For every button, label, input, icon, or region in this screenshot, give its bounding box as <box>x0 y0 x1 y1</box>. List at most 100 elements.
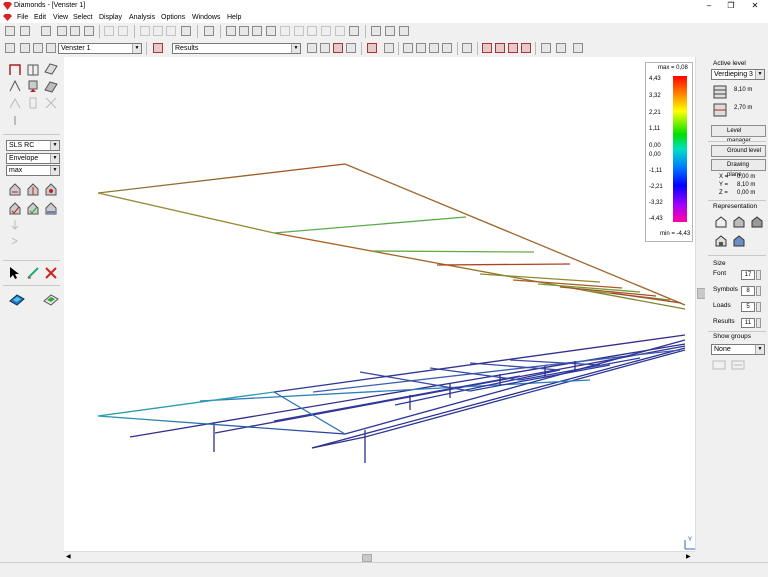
structure-icon[interactable] <box>204 26 214 36</box>
repr-shaded-icon[interactable] <box>750 215 764 229</box>
window-split-icon[interactable] <box>556 43 566 53</box>
zoom-extents-icon[interactable] <box>442 43 452 53</box>
view-windows-icon[interactable] <box>33 43 43 53</box>
level-manager-button[interactable]: Level manager <box>711 125 766 144</box>
menu-view[interactable]: View <box>51 12 70 23</box>
moment-icon[interactable] <box>320 43 330 53</box>
model-viewport[interactable] <box>64 57 705 551</box>
structure-wireframe[interactable] <box>64 57 705 551</box>
align-left-icon[interactable] <box>371 26 381 36</box>
pencil-icon[interactable] <box>462 43 472 53</box>
app-menu-icon[interactable] <box>3 14 12 21</box>
extreme-select[interactable]: max ▼ <box>6 165 60 176</box>
house-result-2-icon[interactable] <box>26 182 40 196</box>
size-symbols-stepper[interactable] <box>756 286 761 296</box>
measure-icon[interactable] <box>321 26 331 36</box>
group-edit-disabled-icon[interactable] <box>731 359 745 371</box>
support-tool-icon[interactable] <box>26 79 40 93</box>
beam-disabled-icon[interactable] <box>8 96 22 110</box>
arrow-right-disabled-icon[interactable] <box>10 235 20 247</box>
paste-icon[interactable] <box>84 26 94 36</box>
menu-help[interactable]: Help <box>225 12 243 23</box>
drawing-plane-button[interactable]: Drawing plane <box>711 159 766 178</box>
window-select[interactable]: Venster 1 ▼ <box>58 43 142 54</box>
delete-cross-icon[interactable] <box>44 266 58 280</box>
repr-wire-icon[interactable] <box>714 215 728 229</box>
text-icon[interactable] <box>266 26 276 36</box>
redo-icon[interactable] <box>118 26 128 36</box>
layers-icon[interactable] <box>349 26 359 36</box>
envelope-select[interactable]: Envelope ▼ <box>6 153 60 164</box>
ruler-icon[interactable] <box>294 26 304 36</box>
render-solid-icon[interactable] <box>508 43 518 53</box>
render-wire-icon[interactable] <box>495 43 505 53</box>
plate-tool-icon[interactable] <box>44 62 58 76</box>
window-grid-icon[interactable] <box>541 43 551 53</box>
house-check-2-icon[interactable] <box>26 201 40 215</box>
align-right-icon[interactable] <box>399 26 409 36</box>
house-check-icon[interactable] <box>8 201 22 215</box>
group-add-disabled-icon[interactable] <box>712 359 726 371</box>
dots-grid-icon[interactable] <box>181 26 191 36</box>
size-font-input[interactable]: 17 <box>741 270 755 280</box>
grid-snap-icon[interactable] <box>153 26 163 36</box>
repr-render-icon[interactable] <box>732 234 746 248</box>
window-cascade-icon[interactable] <box>573 43 583 53</box>
results-select[interactable]: Results ▼ <box>172 43 301 54</box>
check-icon[interactable] <box>346 43 356 53</box>
import-model-icon[interactable] <box>43 292 59 306</box>
menu-select[interactable]: Select <box>71 12 94 23</box>
table-icon[interactable] <box>226 26 236 36</box>
select-arrow-icon[interactable] <box>384 43 394 53</box>
ground-level-button[interactable]: Ground level <box>711 145 766 157</box>
print-preview-icon[interactable] <box>57 26 67 36</box>
open-file-icon[interactable] <box>20 26 30 36</box>
render-red-icon[interactable] <box>482 43 492 53</box>
arrow-down-disabled-icon[interactable] <box>10 219 20 231</box>
menu-file[interactable]: File <box>15 12 30 23</box>
member-tool-icon[interactable] <box>8 79 22 93</box>
menu-options[interactable]: Options <box>159 12 187 23</box>
menu-analysis[interactable]: Analysis <box>127 12 157 23</box>
menu-edit[interactable]: Edit <box>32 12 48 23</box>
menu-windows[interactable]: Windows <box>190 12 222 23</box>
surface-tool-icon[interactable] <box>44 79 58 93</box>
export-model-icon[interactable] <box>9 292 25 306</box>
size-symbols-input[interactable]: 8 <box>741 286 755 296</box>
frame-tool-icon[interactable] <box>8 62 22 76</box>
menu-display[interactable]: Display <box>97 12 124 23</box>
save-icon[interactable] <box>41 26 51 36</box>
undo-icon[interactable] <box>104 26 114 36</box>
deformation-icon[interactable] <box>307 43 317 53</box>
pin-icon[interactable] <box>367 43 377 53</box>
render-shaded-icon[interactable] <box>521 43 531 53</box>
view-tile-icon[interactable] <box>46 43 56 53</box>
close-button[interactable]: ✕ <box>744 0 766 12</box>
copy-icon[interactable] <box>70 26 80 36</box>
show-groups-select[interactable]: None ▼ <box>711 344 765 355</box>
active-level-select[interactable]: Verdieping 3 ▼ <box>711 69 765 80</box>
size-results-stepper[interactable] <box>756 318 761 328</box>
info-disabled-icon[interactable] <box>8 113 22 127</box>
repr-solid-icon[interactable] <box>732 215 746 229</box>
zoom-in-icon[interactable] <box>416 43 426 53</box>
list-icon[interactable] <box>252 26 262 36</box>
horizontal-scroll-thumb[interactable] <box>362 554 372 562</box>
view-structure-icon[interactable] <box>5 43 15 53</box>
building-tool-icon[interactable] <box>26 62 40 76</box>
align-center-icon[interactable] <box>385 26 395 36</box>
pan-hand-icon[interactable] <box>403 43 413 53</box>
size-loads-input[interactable]: 5 <box>741 302 755 312</box>
grid-lines-icon[interactable] <box>166 26 176 36</box>
result-info-icon[interactable] <box>153 43 163 53</box>
zoom-out-icon[interactable] <box>429 43 439 53</box>
select-pointer-icon[interactable] <box>8 266 20 280</box>
measure-pencil-icon[interactable] <box>26 266 40 280</box>
spreadsheet-icon[interactable] <box>239 26 249 36</box>
minimize-button[interactable]: – <box>698 0 720 12</box>
column-disabled-icon[interactable] <box>26 96 40 110</box>
house-result-icon[interactable] <box>8 182 22 196</box>
view-loads-icon[interactable] <box>20 43 30 53</box>
grid-table-icon[interactable] <box>280 26 290 36</box>
angle-icon[interactable] <box>307 26 317 36</box>
